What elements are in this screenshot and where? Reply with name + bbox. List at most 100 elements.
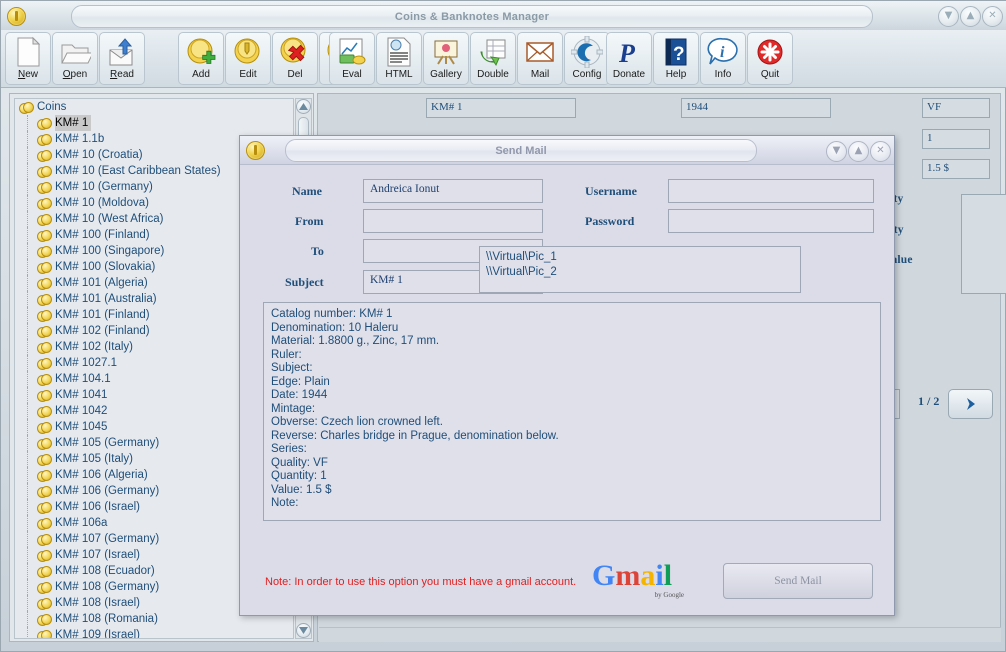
mail-body-line: Quantity: 1 bbox=[271, 470, 327, 482]
minimize-button[interactable]: ▼ bbox=[938, 6, 959, 27]
username-input[interactable] bbox=[668, 179, 874, 203]
info-button[interactable]: i Info bbox=[700, 32, 746, 85]
coin-icon bbox=[37, 406, 52, 418]
toolbar-group-tools: Eval HTML Gallery Double Mail Config bbox=[329, 32, 611, 85]
value-field[interactable]: 1.5 $ bbox=[922, 159, 990, 179]
donate-button[interactable]: P Donate bbox=[606, 32, 652, 85]
quantity-field[interactable]: 1 bbox=[922, 129, 990, 149]
tree-item-label: KM# 101 (Algeria) bbox=[55, 277, 148, 289]
username-label: Username bbox=[585, 184, 637, 198]
coin-icon bbox=[37, 134, 52, 146]
del-button[interactable]: Del bbox=[272, 32, 318, 85]
attachment-item[interactable]: \\Virtual\Pic_2 bbox=[486, 265, 794, 280]
date-field[interactable]: 1944 bbox=[681, 98, 831, 118]
tree-item-label: KM# 100 (Finland) bbox=[55, 229, 150, 241]
tree-item-label: KM# 106 (Germany) bbox=[55, 485, 160, 497]
maximize-button[interactable]: ▲ bbox=[960, 6, 981, 27]
coin-icon bbox=[37, 486, 52, 498]
tree-item-label: KM# 100 (Slovakia) bbox=[55, 261, 156, 273]
coin-icon bbox=[37, 294, 52, 306]
info-button-label: Info bbox=[714, 69, 732, 80]
gmail-subtext: by Google bbox=[654, 591, 684, 599]
paypal-donate-icon: P bbox=[618, 39, 636, 68]
coin-icon bbox=[37, 598, 52, 610]
mail-body-line: Edge: Plain bbox=[271, 375, 330, 388]
quality-field[interactable]: VF bbox=[922, 98, 990, 118]
coin-icon bbox=[37, 342, 52, 354]
tree-item-label: KM# 10 (Croatia) bbox=[55, 149, 143, 161]
close-button[interactable]: ✕ bbox=[982, 6, 1003, 27]
coin-icon bbox=[37, 150, 52, 162]
tree-item-label: KM# 100 (Singapore) bbox=[55, 245, 165, 257]
read-button-label: Read bbox=[110, 69, 134, 80]
send-mail-dialog: Send Mail ▼ ▲ ✕ Name Andreica Ionut From… bbox=[239, 135, 895, 616]
coin-picture-area[interactable] bbox=[961, 194, 1006, 294]
read-button[interactable]: Read bbox=[99, 32, 145, 85]
coin-icon bbox=[37, 166, 52, 178]
add-button[interactable]: Add bbox=[178, 32, 224, 85]
info-icon: i bbox=[707, 37, 738, 65]
next-page-button[interactable] bbox=[948, 389, 993, 419]
page-indicator: 1 / 2 bbox=[918, 394, 940, 408]
from-input[interactable] bbox=[363, 209, 543, 233]
edit-button[interactable]: Edit bbox=[225, 32, 271, 85]
tree-item[interactable]: KM# 1 bbox=[15, 115, 293, 131]
scroll-down-icon[interactable] bbox=[296, 623, 311, 638]
coin-icon bbox=[37, 534, 52, 546]
mail-body-line: Material: 1.8800 g., Zinc, 17 mm. bbox=[271, 335, 440, 347]
mail-body-line: Series: bbox=[271, 443, 307, 455]
toolbar-group-file: New Open Read bbox=[5, 32, 146, 85]
help-button-label: Help bbox=[665, 69, 687, 80]
mail-body-line: Denomination: 10 Haleru bbox=[271, 321, 399, 334]
html-page-icon bbox=[387, 37, 411, 67]
password-input[interactable] bbox=[668, 209, 874, 233]
name-label: Name bbox=[292, 184, 322, 198]
config-button[interactable]: Config bbox=[564, 32, 610, 85]
quit-button[interactable]: Quit bbox=[747, 32, 793, 85]
tree-item-label: KM# 106 (Algeria) bbox=[55, 469, 148, 481]
eval-button[interactable]: Eval bbox=[329, 32, 375, 85]
open-folder-icon bbox=[61, 44, 91, 64]
send-mail-button[interactable]: Send Mail bbox=[723, 563, 873, 599]
coin-icon bbox=[37, 518, 52, 530]
dialog-minimize-button[interactable]: ▼ bbox=[826, 141, 847, 162]
evaluate-money-icon bbox=[339, 38, 366, 65]
scroll-up-icon[interactable] bbox=[296, 99, 311, 114]
attachments-list[interactable]: \\Virtual\Pic_1 \\Virtual\Pic_2 bbox=[479, 246, 801, 293]
coin-icon bbox=[37, 182, 52, 194]
tree-item-label: KM# 108 (Romania) bbox=[55, 613, 158, 625]
subject-label: Subject bbox=[285, 275, 324, 289]
html-button[interactable]: HTML bbox=[376, 32, 422, 85]
main-toolbar: New Open Read Add Edit Del Eval HTML Gal… bbox=[1, 30, 1006, 88]
coin-icon bbox=[37, 630, 52, 638]
duplicate-icon bbox=[480, 39, 506, 67]
tree-item-label: KM# 104.1 bbox=[55, 373, 111, 385]
dialog-maximize-button[interactable]: ▲ bbox=[848, 141, 869, 162]
dialog-close-button[interactable]: ✕ bbox=[870, 141, 891, 162]
gallery-button[interactable]: Gallery bbox=[423, 32, 469, 85]
tree-item[interactable]: KM# 109 (Israel) bbox=[15, 627, 293, 638]
tree-root-node[interactable]: Coins bbox=[15, 99, 293, 115]
mail-body-text[interactable]: Catalog number: KM# 1 Denomination: 10 Ha… bbox=[263, 302, 881, 521]
new-document-icon bbox=[17, 36, 41, 67]
double-button[interactable]: Double bbox=[470, 32, 516, 85]
catalog-number-field[interactable]: KM# 1 bbox=[426, 98, 576, 118]
tree-item-label: KM# 1045 bbox=[55, 421, 108, 433]
attachment-item[interactable]: \\Virtual\Pic_1 bbox=[486, 250, 794, 265]
help-button[interactable]: ? Help bbox=[653, 32, 699, 85]
coin-icon bbox=[37, 550, 52, 562]
detail-bottom-strip bbox=[319, 627, 1001, 642]
quit-button-label: Quit bbox=[760, 69, 780, 80]
toolbar-group-about: P Donate ? Help i Info Quit bbox=[606, 32, 794, 85]
tree-item-label: KM# 10 (West Africa) bbox=[55, 213, 164, 225]
name-input[interactable]: Andreica Ionut bbox=[363, 179, 543, 203]
new-button[interactable]: New bbox=[5, 32, 51, 85]
coin-icon bbox=[37, 326, 52, 338]
edit-button-label: Edit bbox=[239, 69, 257, 80]
mail-body-line: Note: bbox=[271, 497, 299, 509]
open-button[interactable]: Open bbox=[52, 32, 98, 85]
coin-icon bbox=[246, 141, 265, 160]
coin-icon bbox=[37, 246, 52, 258]
mail-body-line: Quality: VF bbox=[271, 456, 328, 469]
mail-button[interactable]: Mail bbox=[517, 32, 563, 85]
